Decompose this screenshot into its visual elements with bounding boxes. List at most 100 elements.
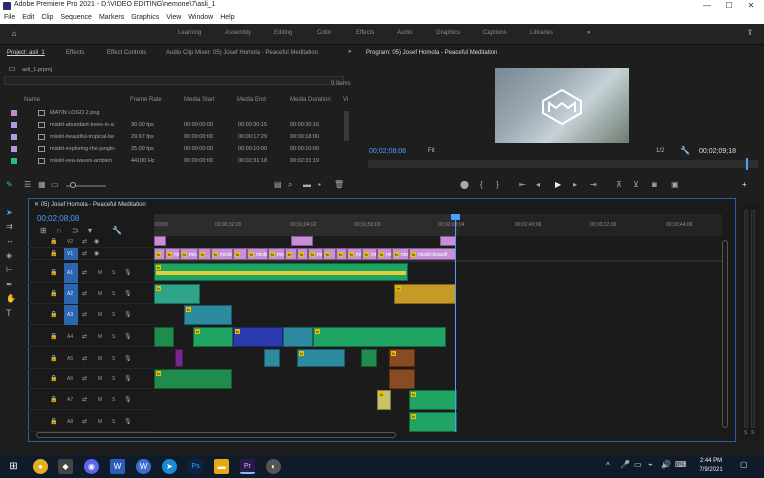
hand-tool-icon[interactable]: ✋ bbox=[6, 294, 16, 304]
lift-icon[interactable]: ⊼ bbox=[616, 180, 622, 190]
clip-v1[interactable]: fxmiskit bbox=[347, 248, 362, 260]
sync-lock-icon[interactable]: ⇄ bbox=[82, 289, 87, 299]
program-timecode[interactable]: 00;02;08;08 bbox=[369, 148, 406, 155]
new-item-icon[interactable]: ▪ bbox=[318, 180, 321, 190]
menu-edit[interactable]: Edit bbox=[22, 12, 34, 24]
solo-button[interactable]: S bbox=[112, 334, 115, 340]
menu-markers[interactable]: Markers bbox=[99, 12, 124, 24]
clip-v1[interactable]: fxmiskit bbox=[268, 248, 285, 260]
go-to-out-icon[interactable]: ⇥ bbox=[590, 180, 597, 190]
solo-button[interactable]: S bbox=[112, 312, 115, 318]
clip-v1[interactable]: fxmiskit bbox=[377, 248, 392, 260]
menu-graphics[interactable]: Graphics bbox=[131, 12, 159, 24]
chrome-icon[interactable]: ● bbox=[33, 459, 48, 474]
v-scroll-thumb[interactable] bbox=[722, 240, 728, 428]
linked-selection-icon[interactable]: ⊃ bbox=[72, 226, 79, 236]
lock-icon[interactable]: 🔒 bbox=[50, 395, 57, 405]
windows-start-icon[interactable]: ⊞ bbox=[6, 459, 21, 474]
voice-over-record-icon[interactable]: 🎙 bbox=[124, 395, 132, 405]
clip-a4-5[interactable]: fx bbox=[313, 327, 446, 347]
solo-button[interactable]: S bbox=[112, 376, 115, 382]
clock-date[interactable]: 7/9/2021 bbox=[693, 467, 729, 473]
clip-v1[interactable]: fx bbox=[198, 248, 211, 260]
sync-lock-icon[interactable]: ⇄ bbox=[82, 237, 87, 247]
mute-button[interactable]: M bbox=[98, 419, 102, 425]
mute-button[interactable]: M bbox=[98, 291, 102, 297]
file-explorer-icon[interactable]: ▬ bbox=[214, 459, 229, 474]
clip-v1[interactable]: fxmiskit bbox=[308, 248, 323, 260]
clip-a5-4[interactable] bbox=[361, 349, 377, 367]
timeline-timecode[interactable]: 00;02;08;08 bbox=[37, 214, 79, 223]
eye-icon[interactable]: ◉ bbox=[94, 249, 99, 259]
step-forward-icon[interactable]: ▸ bbox=[573, 180, 577, 190]
workspace-assembly[interactable]: Assembly bbox=[225, 30, 251, 36]
workspace-effects[interactable]: Effects bbox=[356, 30, 374, 36]
lock-icon[interactable]: 🔒 bbox=[50, 249, 57, 259]
add-button-icon[interactable]: + bbox=[742, 180, 747, 190]
sync-lock-icon[interactable]: ⇄ bbox=[82, 417, 87, 427]
eye-icon[interactable]: ◉ bbox=[94, 237, 99, 247]
timeline-h-scrollbar[interactable] bbox=[36, 432, 722, 438]
keyboard-layout-icon[interactable]: ⌨ bbox=[675, 460, 687, 469]
mute-button[interactable]: M bbox=[98, 397, 102, 403]
clip-v2-3[interactable] bbox=[440, 236, 456, 246]
clip-a4-4[interactable] bbox=[283, 327, 313, 347]
clip-a4-1[interactable] bbox=[154, 327, 174, 347]
export-frame-icon[interactable]: ◙ bbox=[652, 180, 657, 190]
clip-v1[interactable]: fxmiskit bbox=[247, 248, 268, 260]
clip-a7-2[interactable]: fx bbox=[409, 390, 457, 410]
mute-button[interactable]: M bbox=[98, 270, 102, 276]
clip-v1[interactable]: fxmiskit bbox=[392, 248, 409, 260]
tab-project[interactable]: Project: asli_1 bbox=[7, 50, 45, 56]
razor-tool-icon[interactable]: ◈ bbox=[6, 251, 12, 261]
panel-overflow-icon[interactable]: » bbox=[348, 49, 351, 55]
col-frame-rate[interactable]: Frame Rate bbox=[130, 97, 162, 103]
solo-button[interactable]: S bbox=[112, 419, 115, 425]
project-row[interactable]: miskit-sea-waves-ambien 44100 Hz 00:00:00:… bbox=[0, 156, 344, 167]
lock-icon[interactable]: 🔒 bbox=[50, 332, 57, 342]
clip-a5-5[interactable]: fx bbox=[389, 349, 415, 367]
label-color-swatch[interactable] bbox=[11, 134, 17, 140]
list-view-icon[interactable]: ☰ bbox=[24, 180, 31, 190]
clip-a2-1[interactable]: fx bbox=[154, 284, 200, 304]
sync-lock-icon[interactable]: ⇄ bbox=[82, 310, 87, 320]
unity-icon[interactable]: ◆ bbox=[58, 459, 73, 474]
timeline-settings-icon[interactable]: 🔧 bbox=[112, 226, 122, 236]
project-row[interactable]: miskit-exploring-the-jungle- 25.00 fps 00:… bbox=[0, 144, 344, 155]
project-search-input[interactable] bbox=[4, 76, 344, 85]
clip-v1[interactable]: fxmiskit bbox=[165, 248, 180, 260]
wrench-icon[interactable]: 🔧 bbox=[680, 146, 690, 156]
pen-tool-icon[interactable]: ✒ bbox=[6, 280, 13, 290]
track-select-tool-icon[interactable]: ⇉ bbox=[6, 222, 13, 232]
label-color-swatch[interactable] bbox=[11, 122, 17, 128]
label-color-swatch[interactable] bbox=[11, 158, 17, 164]
tab-effect-controls[interactable]: Effect Controls bbox=[107, 50, 146, 56]
show-hidden-icons[interactable]: ^ bbox=[606, 461, 610, 470]
clip-v1[interactable]: fx miskit-beautif bbox=[409, 248, 456, 260]
col-media-end[interactable]: Media End bbox=[237, 97, 266, 103]
h-scroll-thumb[interactable] bbox=[36, 432, 396, 438]
label-color-swatch[interactable] bbox=[11, 146, 17, 152]
clip-v1[interactable]: fx bbox=[323, 248, 336, 260]
col-media-start[interactable]: Media Start bbox=[184, 97, 215, 103]
ripple-edit-tool-icon[interactable]: ↔ bbox=[6, 236, 14, 246]
workspace-learning[interactable]: Learning bbox=[178, 30, 201, 36]
clip-a6-1[interactable]: fx bbox=[154, 369, 232, 389]
share-icon[interactable]: ⇪ bbox=[744, 28, 756, 38]
clip-v1[interactable]: fx bbox=[336, 248, 347, 260]
mute-button[interactable]: M bbox=[98, 312, 102, 318]
col-video-info[interactable]: Vi bbox=[343, 97, 348, 103]
solo-button[interactable]: S bbox=[112, 291, 115, 297]
workspace-captions[interactable]: Captions bbox=[483, 30, 507, 36]
voice-over-record-icon[interactable]: 🎙 bbox=[124, 332, 132, 342]
minimize-icon[interactable]: — bbox=[696, 0, 718, 12]
telegram-icon[interactable]: ➤ bbox=[162, 459, 177, 474]
lock-icon[interactable]: 🔒 bbox=[50, 237, 57, 247]
app-taskbar-icon[interactable]: ◐ bbox=[266, 459, 281, 474]
clip-a6-2[interactable] bbox=[389, 369, 415, 389]
meter-solo-right[interactable]: S bbox=[751, 430, 754, 436]
menu-file[interactable]: File bbox=[4, 12, 15, 24]
mute-button[interactable]: M bbox=[98, 334, 102, 340]
sync-lock-icon[interactable]: ⇄ bbox=[82, 268, 87, 278]
lock-icon[interactable]: 🔒 bbox=[50, 268, 57, 278]
